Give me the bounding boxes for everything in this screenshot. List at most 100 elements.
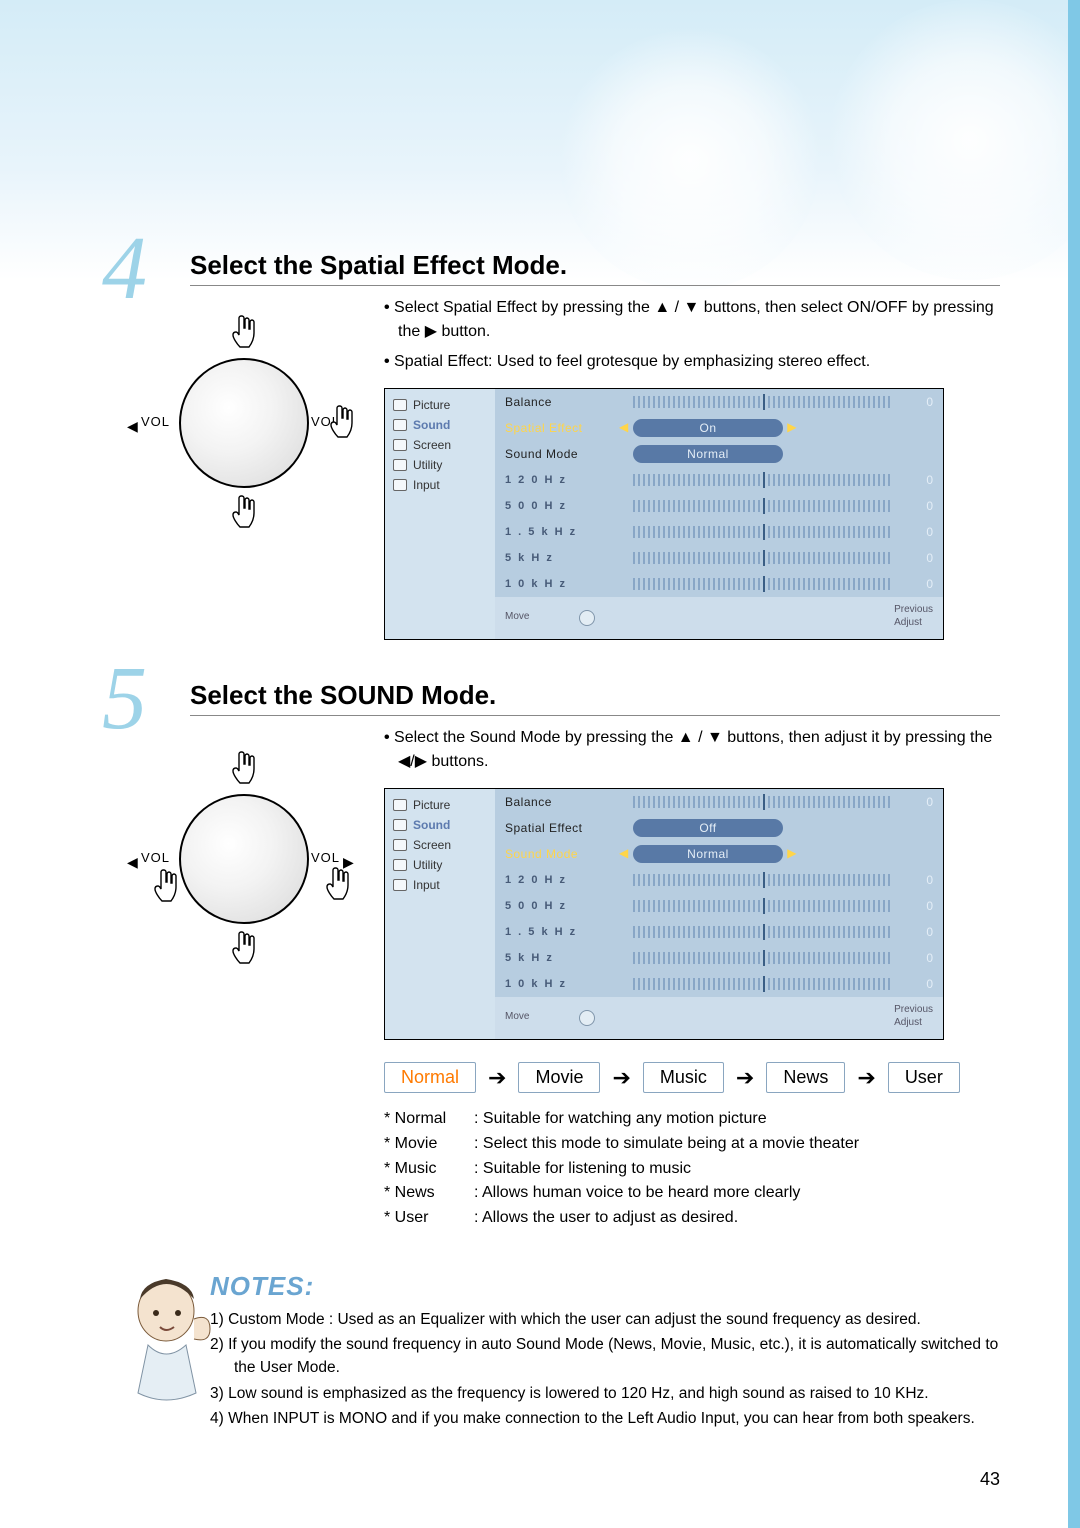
osd-row-eq: 1 0 k H z0 bbox=[495, 971, 943, 997]
triangle-left-icon: ◀ bbox=[127, 854, 138, 871]
mode-box-normal: Normal bbox=[384, 1062, 476, 1093]
hand-pointer-icon bbox=[229, 494, 259, 534]
slider-bar bbox=[633, 926, 893, 938]
side-accent-bar bbox=[1068, 0, 1080, 1528]
step-title: Select the SOUND Mode. bbox=[190, 680, 1000, 716]
osd-row-eq: 1 0 k H z0 bbox=[495, 571, 943, 597]
osd-footer: Move PreviousAdjust bbox=[495, 597, 943, 639]
def-desc: : Suitable for listening to music bbox=[474, 1157, 1000, 1182]
slider-bar bbox=[633, 552, 893, 564]
osd-side-menu: Picture Sound Screen Utility Input bbox=[385, 789, 495, 1039]
osd-footer-previous: Previous bbox=[894, 1004, 933, 1015]
vol-left-label: VOL bbox=[141, 850, 170, 865]
arrow-right-icon: ➔ bbox=[488, 1065, 506, 1091]
triangle-left-icon: ◀ bbox=[619, 420, 629, 434]
osd-row-eq: 5 0 0 H z0 bbox=[495, 493, 943, 519]
utility-icon bbox=[393, 859, 407, 871]
def-desc: : Select this mode to simulate being at … bbox=[474, 1132, 1000, 1157]
osd-row-eq: 1 2 0 H z0 bbox=[495, 867, 943, 893]
def-term: * News bbox=[384, 1181, 474, 1206]
vol-right-label: VOL bbox=[311, 850, 340, 865]
slider-bar bbox=[633, 796, 893, 808]
remote-dial-illustration: ◀ VOL VOL bbox=[145, 306, 345, 546]
osd-footer-previous: Previous bbox=[894, 604, 933, 615]
osd-row-eq: 1 . 5 k H z0 bbox=[495, 519, 943, 545]
osd-menu-item: Picture bbox=[385, 395, 495, 415]
vol-right-label: VOL bbox=[311, 414, 340, 429]
osd-menu-item: Input bbox=[385, 475, 495, 495]
slider-bar bbox=[633, 500, 893, 512]
def-desc: : Allows human voice to be heard more cl… bbox=[474, 1181, 1000, 1206]
def-desc: : Suitable for watching any motion pictu… bbox=[474, 1107, 1000, 1132]
slider-bar bbox=[633, 526, 893, 538]
mode-definitions: * Normal: Suitable for watching any moti… bbox=[384, 1107, 1000, 1231]
osd-menu-item: Sound bbox=[385, 415, 495, 435]
step-number: 5 bbox=[102, 654, 147, 744]
value-pill: ◀Normal▶ bbox=[633, 845, 783, 863]
osd-row-eq: 5 k H z0 bbox=[495, 945, 943, 971]
osd-footer: Move Previous Adjust bbox=[495, 997, 943, 1039]
value-pill: Normal bbox=[633, 445, 783, 463]
triangle-left-icon: ◀ bbox=[127, 418, 138, 435]
mode-box-news: News bbox=[766, 1062, 845, 1093]
screen-icon bbox=[393, 839, 407, 851]
notes-list: 1) Custom Mode : Used as an Equalizer wi… bbox=[210, 1308, 1000, 1430]
osd-menu-item: Screen bbox=[385, 435, 495, 455]
joystick-icon bbox=[569, 1004, 603, 1028]
note-item: 2) If you modify the sound frequency in … bbox=[210, 1333, 1000, 1380]
osd-menu-item: Utility bbox=[385, 455, 495, 475]
osd-menu-item: Sound bbox=[385, 815, 495, 835]
def-desc: : Allows the user to adjust as desired. bbox=[474, 1206, 1000, 1231]
triangle-right-icon: ▶ bbox=[343, 854, 354, 871]
picture-icon bbox=[393, 799, 407, 811]
mode-box-movie: Movie bbox=[518, 1062, 600, 1093]
osd-row-eq: 1 . 5 k H z0 bbox=[495, 919, 943, 945]
def-term: * Movie bbox=[384, 1132, 474, 1157]
hand-pointer-icon bbox=[323, 866, 353, 906]
utility-icon bbox=[393, 459, 407, 471]
osd-row-eq: 5 k H z0 bbox=[495, 545, 943, 571]
value-pill: Off bbox=[633, 819, 783, 837]
osd-row-sound-mode: Sound Mode◀Normal▶ bbox=[495, 841, 943, 867]
def-term: * User bbox=[384, 1206, 474, 1231]
dial-circle bbox=[179, 794, 309, 924]
sound-icon bbox=[393, 419, 407, 431]
hand-pointer-icon bbox=[229, 930, 259, 970]
slider-bar bbox=[633, 978, 893, 990]
osd-side-menu: Picture Sound Screen Utility Input bbox=[385, 389, 495, 639]
step-5: 5 Select the SOUND Mode. ◀ VOL VOL ▶ • S… bbox=[130, 680, 1000, 1231]
osd-row-eq: 1 2 0 H z0 bbox=[495, 467, 943, 493]
screen-icon bbox=[393, 439, 407, 451]
osd-row-spatial-effect: Spatial EffectOff bbox=[495, 815, 943, 841]
note-item: 3) Low sound is emphasized as the freque… bbox=[210, 1382, 1000, 1405]
def-term: * Normal bbox=[384, 1107, 474, 1132]
osd-footer-move: Move bbox=[505, 1011, 529, 1022]
osd-footer-adjust: Adjust bbox=[894, 1017, 922, 1028]
input-icon bbox=[393, 479, 407, 491]
note-item: 4) When INPUT is MONO and if you make co… bbox=[210, 1407, 1000, 1430]
dial-circle bbox=[179, 358, 309, 488]
instruction-bullet: • Spatial Effect: Used to feel grotesque… bbox=[384, 350, 1000, 374]
step-4: 4 Select the Spatial Effect Mode. ◀ VOL … bbox=[130, 250, 1000, 640]
input-icon bbox=[393, 879, 407, 891]
osd-row-balance: Balance0 bbox=[495, 789, 943, 815]
arrow-right-icon: ➔ bbox=[736, 1065, 754, 1091]
arrow-right-icon: ➔ bbox=[612, 1065, 630, 1091]
note-item: 1) Custom Mode : Used as an Equalizer wi… bbox=[210, 1308, 1000, 1331]
hand-pointer-icon bbox=[151, 868, 181, 908]
triangle-left-icon: ◀ bbox=[619, 846, 629, 860]
joystick-icon bbox=[569, 604, 603, 628]
mode-box-user: User bbox=[888, 1062, 960, 1093]
picture-icon bbox=[393, 399, 407, 411]
osd-row-spatial-effect: Spatial Effect◀On▶ bbox=[495, 415, 943, 441]
osd-menu-item: Input bbox=[385, 875, 495, 895]
osd-screenshot-1: Picture Sound Screen Utility Input Balan… bbox=[384, 388, 944, 640]
triangle-right-icon: ▶ bbox=[787, 420, 797, 434]
osd-row-balance: Balance0 bbox=[495, 389, 943, 415]
sound-icon bbox=[393, 819, 407, 831]
sound-mode-sequence: Normal ➔ Movie ➔ Music ➔ News ➔ User bbox=[384, 1062, 1000, 1093]
slider-bar bbox=[633, 900, 893, 912]
step-number: 4 bbox=[102, 224, 147, 314]
hand-pointer-icon bbox=[229, 750, 259, 790]
remote-dial-illustration: ◀ VOL VOL ▶ bbox=[145, 742, 345, 982]
